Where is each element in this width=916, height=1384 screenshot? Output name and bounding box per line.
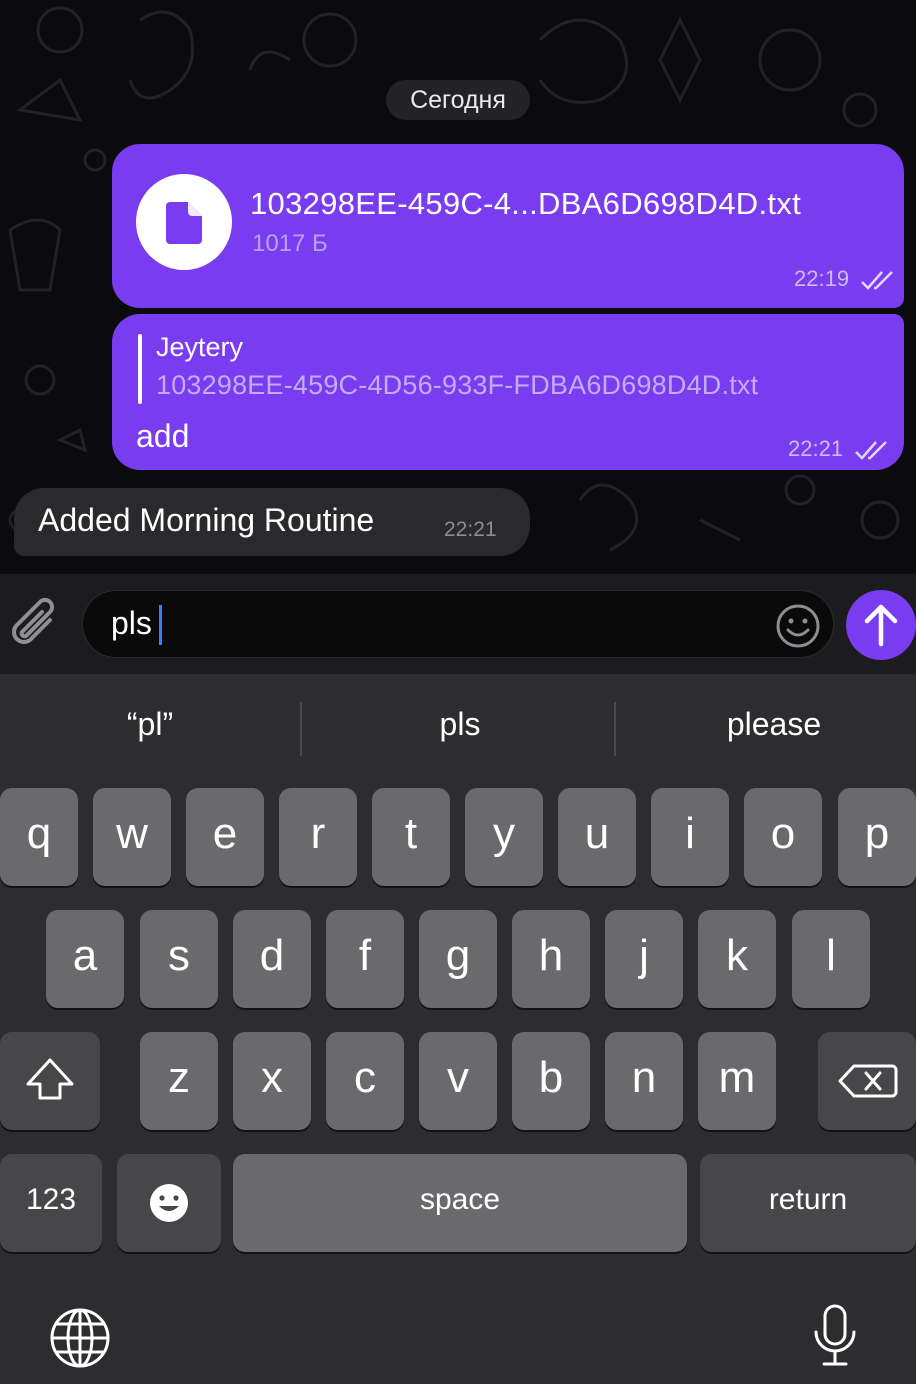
outgoing-file-message[interactable]: 103298EE-459C-4...DBA6D698D4D.txt 1017 Б… [112, 144, 904, 308]
send-arrow-icon [864, 604, 898, 647]
key-p[interactable]: p [838, 788, 916, 886]
key-g[interactable]: g [419, 910, 497, 1008]
backspace-icon [838, 1064, 898, 1098]
suggestion-divider [614, 702, 616, 756]
message-time: 22:21 [788, 436, 844, 461]
file-size: 1017 Б [252, 230, 328, 257]
key-b[interactable]: b [512, 1032, 590, 1130]
key-k[interactable]: k [698, 910, 776, 1008]
key-m[interactable]: m [698, 1032, 776, 1130]
key-o[interactable]: o [744, 788, 822, 886]
numbers-key[interactable]: 123 [0, 1154, 102, 1252]
reply-author: Jeytery [156, 332, 244, 362]
file-icon [166, 202, 202, 244]
key-x[interactable]: x [233, 1032, 311, 1130]
suggestion-divider [300, 702, 302, 756]
suggestion-2[interactable]: pls [310, 706, 610, 743]
return-key[interactable]: return [700, 1154, 916, 1252]
key-w[interactable]: w [93, 788, 171, 886]
message-time: 22:21 [444, 518, 497, 541]
paperclip-icon[interactable] [10, 596, 60, 652]
message-text: add [136, 418, 190, 454]
microphone-icon[interactable] [810, 1302, 860, 1370]
emoji-keyboard-key[interactable] [117, 1154, 221, 1252]
file-download-button[interactable] [136, 174, 232, 270]
key-u[interactable]: u [558, 788, 636, 886]
space-key[interactable]: space [233, 1154, 687, 1252]
shift-icon [26, 1058, 74, 1100]
key-v[interactable]: v [419, 1032, 497, 1130]
incoming-text-message[interactable]: Added Morning Routine 22:21 [14, 488, 530, 556]
shift-key[interactable] [0, 1032, 100, 1130]
key-s[interactable]: s [140, 910, 218, 1008]
backspace-key[interactable] [818, 1032, 916, 1130]
message-composer: pls [0, 574, 916, 674]
key-a[interactable]: a [46, 910, 124, 1008]
emoji-keyboard-icon [150, 1184, 188, 1222]
key-y[interactable]: y [465, 788, 543, 886]
key-i[interactable]: i [651, 788, 729, 886]
keyboard: “pl” pls please q w e r t y u i o p a s … [0, 674, 916, 1384]
key-r[interactable]: r [279, 788, 357, 886]
key-z[interactable]: z [140, 1032, 218, 1130]
reply-quoted-text: 103298EE-459C-4D56-933F-FDBA6D698D4D.txt [156, 370, 759, 400]
key-j[interactable]: j [605, 910, 683, 1008]
outgoing-reply-message[interactable]: Jeytery 103298EE-459C-4D56-933F-FDBA6D69… [112, 314, 904, 470]
key-c[interactable]: c [326, 1032, 404, 1130]
key-e[interactable]: e [186, 788, 264, 886]
suggestion-3[interactable]: please [624, 706, 916, 743]
key-l[interactable]: l [792, 910, 870, 1008]
emoji-icon[interactable] [775, 603, 821, 649]
chat-area: Сегодня 103298EE-459C-4...DBA6D698D4D.tx… [0, 0, 916, 574]
message-input-text: pls [111, 605, 152, 641]
read-checks-icon [855, 441, 887, 460]
send-button[interactable] [846, 590, 916, 660]
globe-icon[interactable] [48, 1306, 112, 1370]
key-n[interactable]: n [605, 1032, 683, 1130]
suggestion-1[interactable]: “pl” [0, 706, 300, 743]
read-checks-icon [861, 271, 893, 290]
key-t[interactable]: t [372, 788, 450, 886]
date-separator: Сегодня [386, 80, 530, 120]
key-q[interactable]: q [0, 788, 78, 886]
reply-quote-bar [138, 334, 142, 404]
message-text: Added Morning Routine [38, 502, 375, 538]
text-cursor [159, 605, 162, 645]
message-time: 22:19 [794, 266, 850, 291]
key-h[interactable]: h [512, 910, 590, 1008]
file-name: 103298EE-459C-4...DBA6D698D4D.txt [250, 186, 801, 221]
key-f[interactable]: f [326, 910, 404, 1008]
key-d[interactable]: d [233, 910, 311, 1008]
message-input[interactable]: pls [82, 590, 834, 658]
